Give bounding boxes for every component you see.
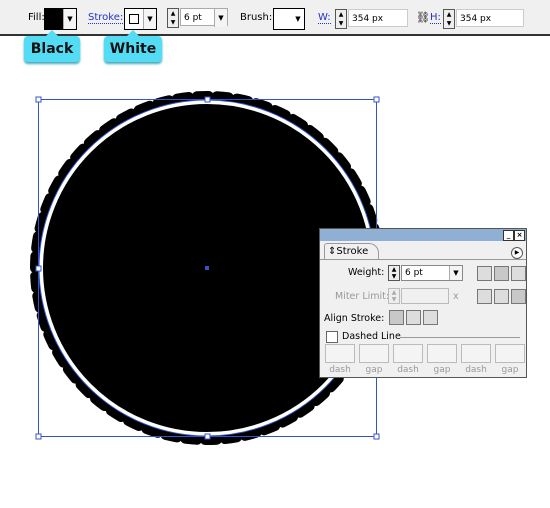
dashed-line-label: Dashed Line — [342, 331, 401, 342]
minimize-icon[interactable]: _ — [503, 230, 514, 241]
stroke-panel: _ × ⇕Stroke ▶ Weight: ▲ ▼ 6 pt ▼ Miter Lim… — [319, 228, 527, 378]
dash-label: dash — [397, 365, 419, 375]
gap-label: gap — [365, 365, 383, 375]
chevron-down-icon[interactable]: ▼ — [449, 266, 462, 280]
resize-handle[interactable] — [204, 96, 211, 103]
dash-field[interactable] — [461, 344, 491, 363]
weight-label: Weight: — [348, 267, 385, 278]
dash-label: dash — [329, 365, 351, 375]
dash-label: dash — [465, 365, 487, 375]
weight-field[interactable]: 6 pt ▼ — [401, 265, 463, 281]
weight-stepper[interactable]: ▲ ▼ — [388, 265, 400, 281]
cap-square-icon[interactable] — [511, 266, 526, 281]
resize-handle[interactable] — [35, 96, 42, 103]
resize-handle[interactable] — [204, 433, 211, 440]
weight-value: 6 pt — [405, 268, 423, 278]
join-miter-icon[interactable] — [477, 289, 492, 304]
resize-handle[interactable] — [35, 265, 42, 272]
join-round-icon[interactable] — [494, 289, 509, 304]
dashed-line-checkbox[interactable] — [326, 331, 338, 343]
miter-limit-label: Miter Limit: — [335, 291, 390, 302]
cap-butt-icon[interactable] — [477, 266, 492, 281]
gap-label: gap — [501, 365, 519, 375]
close-icon[interactable]: × — [514, 230, 525, 241]
miter-unit: x — [453, 291, 459, 302]
resize-handle[interactable] — [373, 433, 380, 440]
panel-menu-icon[interactable]: ▶ — [511, 247, 523, 259]
gap-field[interactable] — [495, 344, 525, 363]
panel-titlebar[interactable]: _ × — [320, 229, 526, 241]
align-stroke-label: Align Stroke: — [324, 313, 385, 324]
tab-label: Stroke — [336, 246, 369, 257]
align-outside-icon[interactable] — [423, 310, 438, 325]
gap-label: gap — [433, 365, 451, 375]
join-bevel-icon[interactable] — [511, 289, 526, 304]
resize-handle[interactable] — [35, 433, 42, 440]
miter-field[interactable] — [401, 288, 449, 304]
miter-stepper[interactable]: ▲ ▼ — [388, 288, 400, 304]
dash-field[interactable] — [393, 344, 423, 363]
gap-field[interactable] — [427, 344, 457, 363]
align-inside-icon[interactable] — [406, 310, 421, 325]
resize-handle[interactable] — [373, 96, 380, 103]
tab-stroke[interactable]: ⇕Stroke — [324, 243, 379, 260]
center-point — [205, 266, 209, 270]
cap-round-icon[interactable] — [494, 266, 509, 281]
gap-field[interactable] — [359, 344, 389, 363]
dash-field[interactable] — [325, 344, 355, 363]
align-center-icon[interactable] — [389, 310, 404, 325]
